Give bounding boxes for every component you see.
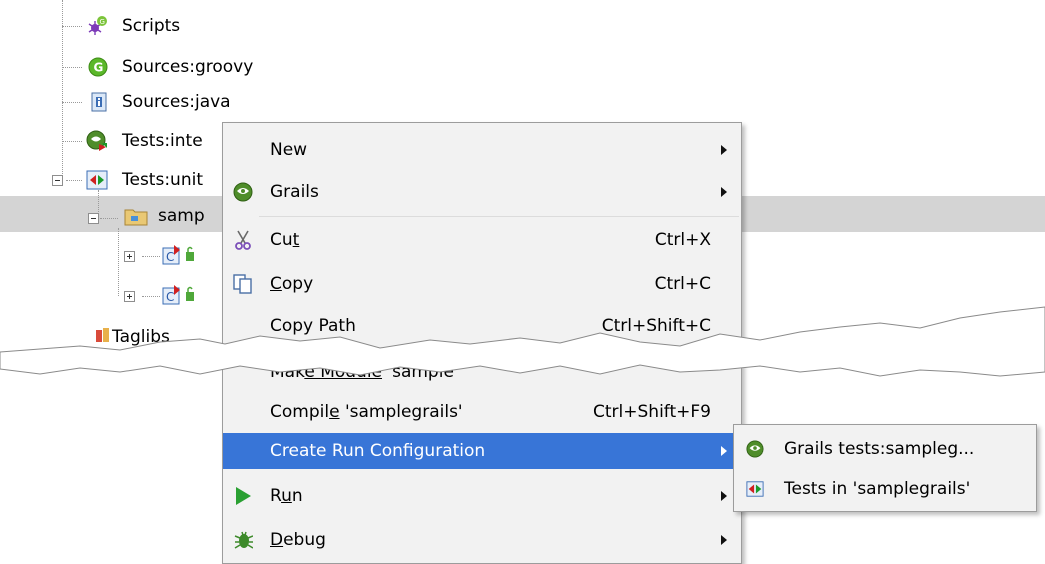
submenu-item-grails-tests[interactable]: Grails tests:sampleg...: [734, 431, 1036, 467]
submenu-item-label: Tests in 'samplegrails': [784, 479, 971, 499]
debug-bug-icon: [234, 531, 253, 549]
submenu-arrow-icon: [721, 446, 727, 456]
svg-text:C: C: [166, 250, 174, 264]
groovy-source-icon: G: [88, 57, 108, 77]
tree-item-scripts[interactable]: Scripts: [122, 16, 180, 36]
expand-toggle[interactable]: [124, 291, 135, 302]
menu-item-label: New: [270, 140, 308, 160]
tree-line: [118, 228, 119, 296]
menu-item-label: Copy Path: [270, 316, 356, 336]
menu-item-cut[interactable]: Cut Ctrl+X: [223, 223, 741, 257]
tree-item-sources-java[interactable]: Sources:java: [122, 92, 231, 112]
menu-item-new[interactable]: New: [223, 133, 741, 167]
svg-text:G: G: [100, 18, 105, 26]
tree-item-taglibs[interactable]: Taglibs: [112, 327, 170, 347]
tree-item-tests-integration[interactable]: Tests:inte: [122, 131, 203, 151]
menu-item-label: Make Module 'sample: [270, 362, 454, 382]
submenu-item-tests-in[interactable]: Tests in 'samplegrails': [734, 471, 1036, 507]
collapse-toggle[interactable]: [52, 175, 63, 186]
menu-item-make-module[interactable]: Make Module 'sample: [223, 355, 741, 389]
menu-item-shortcut: Ctrl+X: [654, 230, 711, 250]
tree-line: [62, 26, 82, 27]
tree-item-tests-unit[interactable]: Tests:unit: [122, 170, 203, 190]
scissors-icon: [235, 230, 251, 250]
integration-tests-icon: [86, 130, 107, 151]
menu-item-copy[interactable]: Copy Ctrl+C: [223, 267, 741, 301]
menu-item-shortcut: Ctrl+Shift+C: [601, 316, 711, 336]
menu-separator: [259, 216, 739, 217]
menu-item-label: Run: [270, 486, 303, 506]
run-icon: [236, 487, 251, 505]
menu-item-label: Cut: [270, 230, 300, 250]
submenu-arrow-icon: [721, 535, 727, 545]
tree-line: [62, 102, 82, 103]
expand-toggle[interactable]: [124, 251, 135, 262]
menu-item-label: Debug: [270, 530, 326, 550]
submenu-item-label: Grails tests:sampleg...: [784, 439, 975, 459]
menu-item-compile[interactable]: Compile 'samplegrails' Ctrl+Shift+F9: [223, 395, 741, 429]
submenu-arrow-icon: [721, 491, 727, 501]
tree-line: [62, 67, 82, 68]
menu-item-label: Grails: [270, 182, 319, 202]
tree-item-package[interactable]: samp: [158, 206, 205, 226]
menu-item-label: Copy: [270, 274, 314, 294]
submenu-arrow-icon: [721, 187, 727, 197]
junit-tests-icon: [746, 481, 764, 497]
tree-item-sources-groovy[interactable]: Sources:groovy: [122, 57, 253, 77]
scripts-icon: G: [88, 16, 107, 35]
copy-icon: [233, 274, 252, 294]
tree-line: [100, 218, 118, 219]
tree-line: [142, 256, 160, 257]
grails-icon: [746, 440, 764, 458]
menu-item-grails[interactable]: Grails: [223, 175, 741, 209]
menu-item-label: Create Run Configuration: [270, 441, 486, 461]
collapse-toggle[interactable]: [88, 213, 99, 224]
svg-text:C: C: [166, 290, 174, 304]
menu-item-create-run-configuration[interactable]: Create Run Configuration: [223, 433, 741, 469]
run-configuration-submenu: Grails tests:sampleg... Tests in 'sample…: [733, 424, 1037, 512]
package-folder-icon: [124, 209, 148, 226]
tree-line: [142, 296, 160, 297]
tree-line: [66, 180, 82, 181]
menu-item-label: Compile 'samplegrails': [270, 402, 463, 422]
java-source-icon: [91, 92, 107, 112]
menu-item-shortcut: Ctrl+C: [654, 274, 711, 294]
menu-item-run[interactable]: Run: [223, 479, 741, 513]
test-class-icon: C: [162, 245, 194, 265]
submenu-arrow-icon: [721, 145, 727, 155]
tree-line: [62, 141, 82, 142]
unit-tests-icon: [86, 170, 108, 190]
menu-item-shortcut: Ctrl+Shift+F9: [593, 402, 711, 422]
menu-item-debug[interactable]: Debug: [223, 523, 741, 557]
grails-icon: [233, 182, 253, 202]
svg-text:G: G: [94, 61, 104, 75]
context-menu: New Grails Cut Ctrl+X Copy Ctrl+C Copy P…: [222, 122, 742, 564]
menu-item-copy-path[interactable]: Copy Path Ctrl+Shift+C: [223, 309, 741, 343]
test-class-icon: C: [162, 285, 194, 305]
